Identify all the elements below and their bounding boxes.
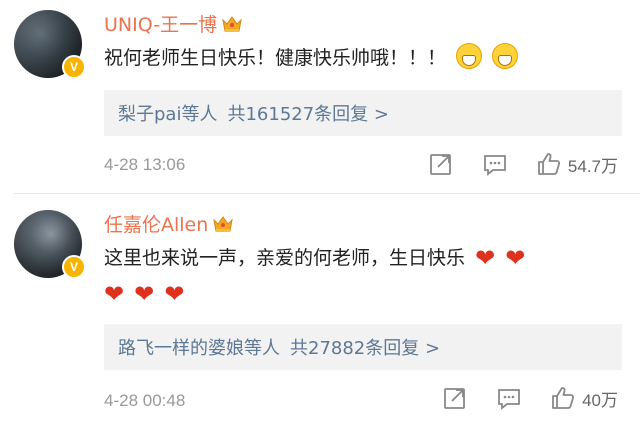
username-text[interactable]: UNIQ-王一博: [104, 10, 217, 37]
verified-badge: V: [62, 255, 86, 279]
comment-text: 祝何老师生日快乐！健康快乐帅哦！！！: [104, 40, 622, 76]
share-icon[interactable]: [428, 151, 454, 177]
divider: [14, 193, 640, 194]
replies-link[interactable]: 梨子pai等人 共161527条回复 >: [104, 90, 622, 136]
comment-actions: 54.7万: [400, 151, 618, 177]
heart-emoji: ❤: [104, 280, 125, 308]
reply-count[interactable]: 共27882条回复 >: [290, 334, 440, 360]
comment-icon[interactable]: [482, 151, 508, 177]
crown-icon: [212, 214, 234, 234]
heart-emoji: ❤: [505, 244, 526, 272]
grin-emoji: [492, 43, 519, 69]
heart-emoji: ❤: [134, 280, 155, 308]
heart-emoji: ❤: [475, 244, 496, 272]
crown-icon: [221, 14, 243, 34]
share-icon[interactable]: [442, 385, 468, 411]
replies-link[interactable]: 路飞一样的婆娘等人 共27882条回复 >: [104, 324, 622, 370]
comment-text: 这里也来说一声，亲爱的何老师，生日快乐 ❤ ❤ ❤ ❤ ❤: [104, 240, 622, 312]
grin-emoji: [456, 43, 483, 69]
comment-body: 这里也来说一声，亲爱的何老师，生日快乐: [104, 247, 466, 269]
comment-icon[interactable]: [496, 385, 522, 411]
comment-time: 4-28 00:48: [104, 391, 186, 410]
comment-item: V UNIQ-王一博 祝何老师生日快乐！健康快乐帅哦！！！ 梨子pai等人 共1…: [0, 0, 640, 196]
comment-actions: 40万: [414, 385, 618, 411]
heart-emoji: ❤: [164, 280, 185, 308]
verified-badge: V: [62, 55, 86, 79]
reply-users[interactable]: 路飞一样的婆娘等人: [118, 334, 280, 360]
username-text[interactable]: 任嘉伦Allen: [104, 210, 208, 237]
comment-username[interactable]: 任嘉伦Allen: [104, 210, 234, 237]
comment-body: 祝何老师生日快乐！健康快乐帅哦！！！: [104, 47, 447, 69]
comment-username[interactable]: UNIQ-王一博: [104, 10, 243, 37]
like-count: 40万: [582, 390, 618, 410]
comment-time: 4-28 13:06: [104, 155, 186, 174]
reply-count[interactable]: 共161527条回复 >: [227, 100, 389, 126]
comment-item: V 任嘉伦Allen 这里也来说一声，亲爱的何老师，生日快乐 ❤ ❤ ❤ ❤ ❤…: [0, 196, 640, 422]
like-icon[interactable]: [550, 385, 576, 411]
reply-users[interactable]: 梨子pai等人: [118, 100, 217, 126]
like-icon[interactable]: [536, 151, 562, 177]
like-count: 54.7万: [567, 156, 618, 176]
